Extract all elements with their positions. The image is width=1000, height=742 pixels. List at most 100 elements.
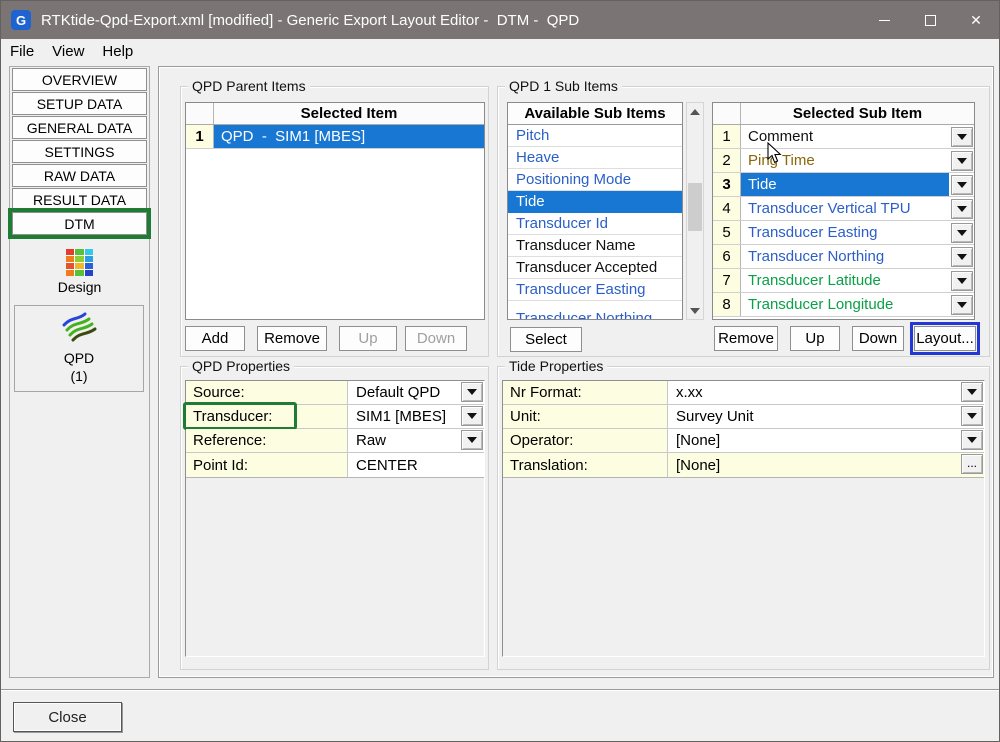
table-row[interactable]: 8Transducer Longitude [713,293,974,317]
available-item[interactable]: Heave [508,147,682,169]
footer-separator [1,689,999,691]
chevron-down-icon [967,389,977,395]
sidebar-item-qpd[interactable]: QPD (1) [14,305,144,392]
available-item[interactable]: Transducer Accepted [508,257,682,279]
sidebar-item-settings[interactable]: SETTINGS [12,140,147,163]
qpd-item-count: (1) [15,367,143,385]
app-icon: G [11,10,31,30]
table-row[interactable]: 5Transducer Easting [713,221,974,245]
sidebar-item-overview[interactable]: OVERVIEW [12,68,147,91]
available-item[interactable]: Pitch [508,125,682,147]
dropdown-button[interactable] [961,382,983,402]
table-row[interactable]: 6Transducer Northing [713,245,974,269]
scrollbar-thumb[interactable] [688,183,702,231]
menu-item-view[interactable]: View [43,41,93,62]
select-button[interactable]: Select [510,327,582,352]
add-parent-button[interactable]: Add [185,326,245,351]
dropdown-button[interactable] [951,295,973,315]
dropdown-button[interactable] [951,271,973,291]
property-row: Unit:Survey Unit [503,405,984,429]
parent-item-cell[interactable]: QPD - SIM1 [MBES] [214,125,484,148]
dropdown-button[interactable] [951,247,973,267]
scrollbar-down-arrow[interactable] [687,302,703,319]
chevron-down-icon [467,413,477,419]
minimize-button[interactable] [861,1,907,39]
chevron-down-icon [967,437,977,443]
table-row[interactable]: 3Tide [713,173,974,197]
group-label-qpd-sub-items: QPD 1 Sub Items [505,78,622,94]
available-list-scrollbar[interactable] [686,102,704,320]
property-value[interactable]: Raw [348,429,484,452]
table-row[interactable]: 4Transducer Vertical TPU [713,197,974,221]
sub-item-cell[interactable]: Tide [741,173,949,196]
sidebar-item-result-data[interactable]: RESULT DATA [12,188,147,211]
property-row: Point Id:CENTER [186,453,484,477]
up-sub-button[interactable]: Up [790,326,840,351]
available-item[interactable]: Transducer Northing [508,301,682,320]
property-value[interactable]: CENTER [348,453,484,477]
ellipsis-button[interactable]: ... [961,454,983,474]
dropdown-button[interactable] [461,406,483,426]
menu-item-help[interactable]: Help [93,41,142,62]
dropdown-button[interactable] [461,430,483,450]
dropdown-button[interactable] [951,127,973,147]
available-item[interactable]: Tide [508,191,682,213]
parent-table-header: Selected Item [186,103,484,125]
maximize-button[interactable] [907,1,953,39]
dropdown-button[interactable] [951,223,973,243]
available-item[interactable]: Positioning Mode [508,169,682,191]
qpd-properties-grid: Source:Default QPDTransducer:SIM1 [MBES]… [186,381,484,478]
menu-item-file[interactable]: File [1,41,43,62]
property-value[interactable]: x.xx [668,381,984,404]
property-value[interactable]: Default QPD [348,381,484,404]
dropdown-button[interactable] [951,175,973,195]
sidebar-item-design[interactable]: Design [10,249,149,295]
table-row[interactable]: 1Comment [713,125,974,149]
dropdown-cell [949,221,974,244]
row-number: 7 [713,269,741,292]
row-number-header [713,103,741,124]
close-window-button[interactable]: ✕ [953,1,999,39]
scrollbar-up-arrow[interactable] [687,103,703,120]
sidebar-buttons: OVERVIEWSETUP DATAGENERAL DATASETTINGSRA… [10,68,149,235]
available-item[interactable]: Transducer Easting [508,279,682,301]
available-item[interactable]: Transducer Name [508,235,682,257]
down-sub-button[interactable]: Down [852,326,904,351]
layout-sub-button[interactable]: Layout... [914,326,976,351]
property-value[interactable]: [None]... [668,453,984,477]
property-value[interactable]: [None] [668,429,984,452]
available-item[interactable]: Transducer Id [508,213,682,235]
sub-item-cell[interactable]: Transducer Northing [741,245,949,268]
sidebar-item-raw-data[interactable]: RAW DATA [12,164,147,187]
dropdown-button[interactable] [961,430,983,450]
sub-item-cell[interactable]: Transducer Vertical TPU [741,197,949,220]
table-row[interactable]: 1QPD - SIM1 [MBES] [186,125,484,149]
chevron-down-icon [957,278,967,284]
parent-table-header-label: Selected Item [214,103,484,124]
dropdown-cell [949,173,974,196]
close-button[interactable]: Close [13,702,122,732]
table-row[interactable]: 7Transducer Latitude [713,269,974,293]
sidebar-item-general-data[interactable]: GENERAL DATA [12,116,147,139]
row-number: 1 [186,125,214,148]
dropdown-cell [949,125,974,148]
dropdown-button[interactable] [951,151,973,171]
property-value[interactable]: Survey Unit [668,405,984,428]
chevron-down-icon [467,389,477,395]
dropdown-button[interactable] [461,382,483,402]
row-number: 1 [713,125,741,148]
sidebar-item-dtm[interactable]: DTM [12,212,147,235]
sub-item-cell[interactable]: Transducer Longitude [741,293,949,316]
remove-sub-button[interactable]: Remove [714,326,778,351]
sub-item-cell[interactable]: Transducer Latitude [741,269,949,292]
dropdown-button[interactable] [961,406,983,426]
property-value[interactable]: SIM1 [MBES] [348,405,484,428]
table-row[interactable]: 2Ping Time [713,149,974,173]
tide-properties-panel: Nr Format:x.xxUnit:Survey UnitOperator:[… [502,380,985,657]
chevron-down-icon [957,158,967,164]
sub-item-cell[interactable]: Transducer Easting [741,221,949,244]
chevron-down-icon [967,413,977,419]
remove-parent-button[interactable]: Remove [257,326,327,351]
sidebar-item-setup-data[interactable]: SETUP DATA [12,92,147,115]
dropdown-button[interactable] [951,199,973,219]
